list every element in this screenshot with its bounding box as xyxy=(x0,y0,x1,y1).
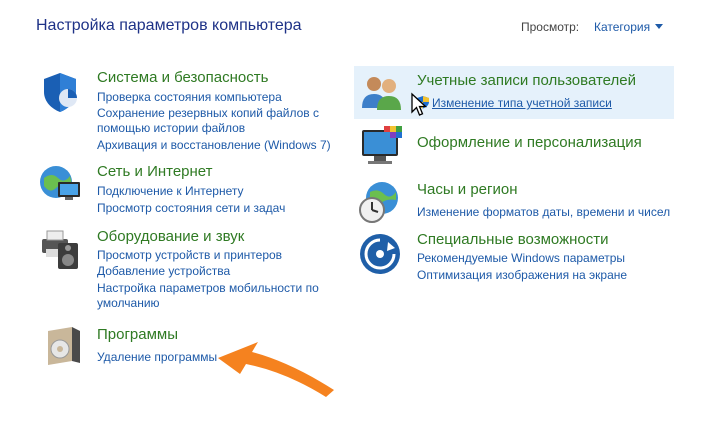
page-title: Настройка параметров компьютера xyxy=(36,17,302,34)
network-globe-icon xyxy=(40,166,80,200)
link-file-history-cont[interactable]: помощью истории файлов xyxy=(97,121,245,136)
link-devices-printers[interactable]: Просмотр устройств и принтеров xyxy=(97,248,282,263)
view-by-label: Просмотр: xyxy=(521,20,580,34)
link-mobility-settings-cont[interactable]: умолчанию xyxy=(97,296,160,311)
link-file-history[interactable]: Сохранение резервных копий файлов с xyxy=(97,106,319,121)
programs-box-icon xyxy=(48,327,80,365)
printer-speaker-icon xyxy=(42,230,78,269)
category-ease-title[interactable]: Специальные возможности xyxy=(417,231,609,248)
link-uninstall-program[interactable]: Удаление программы xyxy=(97,350,217,365)
link-backup-restore[interactable]: Архивация и восстановление (Windows 7) xyxy=(97,138,331,153)
link-add-device[interactable]: Добавление устройства xyxy=(97,264,230,279)
view-by-dropdown[interactable]: Категория xyxy=(594,20,650,34)
link-optimize-display[interactable]: Оптимизация изображения на экране xyxy=(417,268,627,283)
mouse-cursor-icon xyxy=(411,92,428,116)
chevron-down-icon[interactable] xyxy=(655,24,663,29)
category-hardware-title[interactable]: Оборудование и звук xyxy=(97,228,244,245)
category-programs-title[interactable]: Программы xyxy=(97,326,178,343)
link-change-account-type[interactable]: Изменение типа учетной записи xyxy=(432,96,612,111)
link-check-status[interactable]: Проверка состояния компьютера xyxy=(97,90,282,105)
annotation-arrow-icon xyxy=(218,342,334,397)
category-accounts-title[interactable]: Учетные записи пользователей xyxy=(417,72,636,89)
user-accounts-icon xyxy=(362,77,401,110)
link-recommended-settings[interactable]: Рекомендуемые Windows параметры xyxy=(417,251,625,266)
ease-of-access-icon xyxy=(360,234,400,274)
shield-icon xyxy=(44,73,77,112)
category-appearance-title[interactable]: Оформление и персонализация xyxy=(417,134,642,151)
link-connect-internet[interactable]: Подключение к Интернету xyxy=(97,184,244,199)
category-security-title[interactable]: Система и безопасность xyxy=(97,69,268,86)
link-date-time-format[interactable]: Изменение форматов даты, времени и чисел xyxy=(417,205,670,220)
clock-globe-icon xyxy=(359,182,398,223)
link-mobility-settings[interactable]: Настройка параметров мобильности по xyxy=(97,281,319,296)
appearance-monitor-icon xyxy=(362,126,402,164)
link-network-status[interactable]: Просмотр состояния сети и задач xyxy=(97,201,285,216)
category-clock-title[interactable]: Часы и регион xyxy=(417,181,518,198)
category-network-title[interactable]: Сеть и Интернет xyxy=(97,163,213,180)
